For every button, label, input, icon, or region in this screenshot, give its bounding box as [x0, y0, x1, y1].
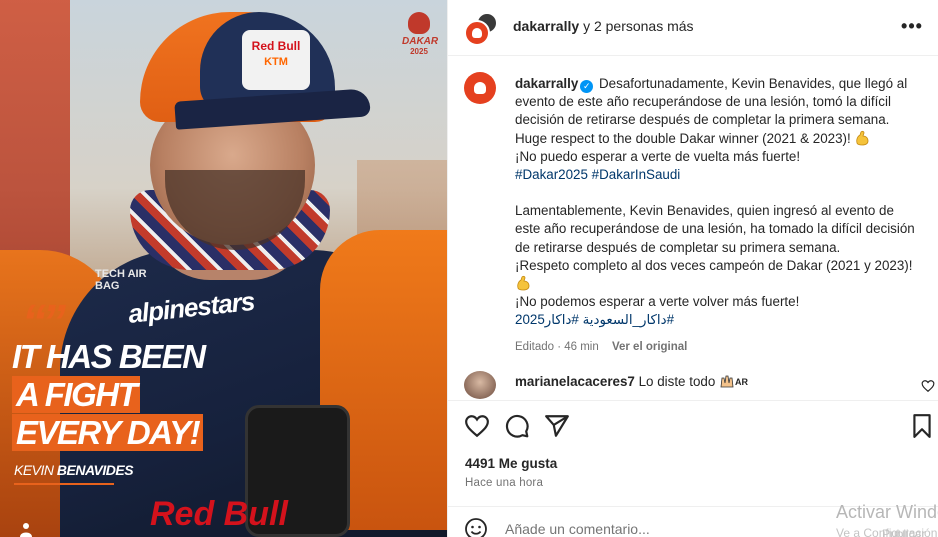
dakar-logo: DAKAR 2025	[402, 12, 439, 60]
tagged-people-icon[interactable]	[20, 522, 32, 537]
dakar-mini-icon	[472, 28, 482, 38]
comment-row: marianelacaceres7 Lo diste todo AR	[464, 371, 938, 401]
like-comment-heart-icon[interactable]	[921, 379, 935, 393]
caption-text-3: ¡No puedo esperar a verte de vuelta más …	[515, 148, 801, 164]
dakar-mini-icon	[474, 82, 486, 94]
caption-hashtags-1[interactable]: #Dakar2025 #DakarInSaudi	[515, 166, 920, 184]
rider-first-name: KEVIN	[14, 462, 54, 478]
headline-line-1: IT HAS BEEN	[12, 338, 206, 375]
collab-avatars[interactable]	[464, 12, 498, 46]
caption-paragraph-5: ¡Respeto completo al dos veces campeón d…	[515, 257, 920, 293]
bottom-brand-text: Red Bull	[150, 495, 288, 533]
verified-badge-icon: ✓	[580, 80, 594, 93]
rider-last-name: BENAVIDES	[56, 462, 134, 478]
post-image[interactable]: Red Bull KTM TECH AIR BAG alpinestars Re…	[0, 0, 447, 537]
headline-line-2-text: A FIGHT	[12, 376, 141, 413]
emoji-picker-icon[interactable]	[464, 517, 488, 537]
add-comment-input[interactable]	[505, 521, 755, 537]
caption-paragraph-1: dakarrally ✓ Desafortunadamente, Kevin Be…	[515, 75, 920, 130]
see-original-link[interactable]: Ver el original	[612, 341, 687, 353]
caption-body: dakarrally ✓ Desafortunadamente, Kevin Be…	[515, 75, 920, 356]
caption-hashtags-2[interactable]: #داكار_السعودية #داكار2025	[515, 311, 920, 329]
cap-logo: Red Bull KTM	[242, 30, 310, 90]
airbag-label: TECH AIR BAG	[95, 268, 147, 292]
image-headline: IT HAS BEEN A FIGHT EVERY DAY!	[12, 338, 206, 452]
cap-logo-top: Red Bull	[251, 39, 301, 53]
caption-text-5: ¡Respeto completo al dos veces campeón d…	[515, 257, 913, 273]
dakar-touareg-icon	[408, 12, 430, 34]
raised-hands-icon	[720, 375, 734, 388]
caption-avatar[interactable]	[464, 72, 496, 104]
headline-line-2: A FIGHT	[12, 376, 205, 414]
caption-text-2: Huge respect to the double Dakar winner …	[515, 130, 851, 146]
dakar-logo-year: 2025	[410, 47, 428, 56]
like-heart-icon[interactable]	[464, 413, 490, 439]
rider-name: KEVIN BENAVIDES	[14, 462, 134, 478]
flexed-biceps-icon	[517, 275, 530, 291]
header-username[interactable]: dakarrally	[513, 18, 579, 34]
comment-bubble-icon[interactable]	[504, 413, 530, 439]
commenter-avatar[interactable]	[464, 371, 496, 399]
caption-text-6: ¡No podemos esperar a verte volver más f…	[515, 294, 800, 310]
collab-avatar-1	[464, 20, 490, 46]
share-send-icon[interactable]	[544, 413, 570, 439]
comment-text: Lo diste todo	[638, 374, 716, 389]
cap-logo-bottom: KTM	[264, 56, 288, 68]
likes-count[interactable]: 4491 Me gusta	[465, 456, 557, 471]
more-options-button[interactable]: •••	[899, 14, 925, 40]
flexed-biceps-icon	[856, 130, 869, 146]
caption-meta: Editado · 46 min Ver el original	[515, 338, 920, 356]
dakar-logo-word: DAKAR	[402, 36, 439, 47]
post-time[interactable]: Hace una hora	[465, 477, 543, 489]
header-others[interactable]: y 2 personas más	[583, 18, 694, 34]
post-header: dakarrally y 2 personas más •••	[448, 0, 938, 56]
comment-text-line: marianelacaceres7 Lo diste todo AR	[515, 374, 748, 389]
windows-activation-watermark: Activar Windows	[836, 502, 938, 522]
caption-username[interactable]: dakarrally	[515, 76, 578, 91]
caption-text-4: Lamentablemente, Kevin Benavides, quien …	[515, 203, 915, 255]
publish-button[interactable]: Publicar	[882, 527, 925, 537]
flag-label: AR	[735, 377, 749, 387]
commenter-username[interactable]: marianelacaceres7	[515, 374, 635, 389]
post-side-panel: dakarrally y 2 personas más ••• dakarral…	[447, 0, 938, 537]
edited-time: Editado · 46 min	[515, 340, 599, 353]
headline-line-3-text: EVERY DAY!	[12, 414, 204, 451]
save-bookmark-icon[interactable]	[909, 413, 935, 439]
header-names[interactable]: dakarrally y 2 personas más	[513, 18, 694, 34]
post-actions	[448, 400, 938, 454]
rider-name-underline	[14, 483, 114, 485]
caption-paragraph-2: Huge respect to the double Dakar winner …	[515, 130, 920, 148]
quote-mark: “”	[22, 296, 66, 349]
headline-line-3: EVERY DAY!	[12, 414, 205, 452]
